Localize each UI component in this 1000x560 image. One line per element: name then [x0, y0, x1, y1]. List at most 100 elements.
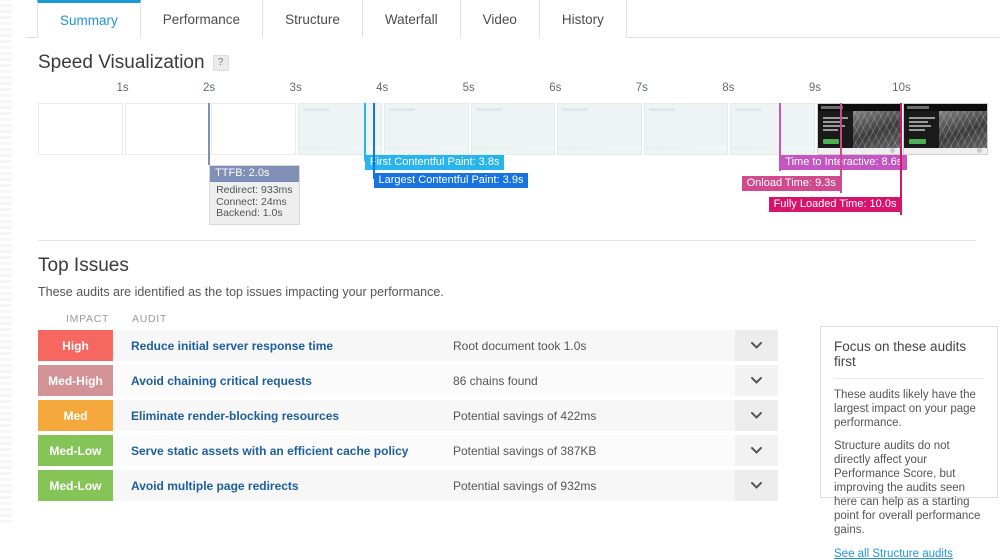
filmstrip-frame — [557, 103, 642, 155]
chevron-down-icon[interactable] — [735, 365, 778, 396]
marker-label-fully-loaded-time: Fully Loaded Time: 10.0s — [768, 197, 902, 212]
timeline-tick-8s: 8s — [722, 82, 735, 94]
marker-label-first-contentful-paint: First Contentful Paint: 3.8s — [364, 155, 505, 170]
focus-panel-title: Focus on these audits first — [834, 339, 984, 379]
page-content: Summary Performance Structure Waterfall Vide… — [26, 0, 1000, 560]
marker-line-ttfb — [208, 103, 211, 165]
tab-performance[interactable]: Performance — [140, 0, 264, 38]
audit-link[interactable]: Avoid multiple page redirects — [113, 479, 453, 493]
column-header-audit: AUDIT — [132, 313, 167, 325]
tab-summary[interactable]: Summary — [37, 0, 141, 39]
top-issues-table-header: IMPACT AUDIT — [38, 313, 778, 327]
marker-label-onload-time: Onload Time: 9.3s — [741, 176, 841, 191]
table-row: Med-High Avoid chaining critical requests… — [38, 365, 778, 400]
audit-detail: Potential savings of 387KB — [453, 443, 597, 458]
filmstrip-frame — [903, 103, 989, 155]
marker-label-time-to-interactive: Time to Interactive: 8.6s — [780, 155, 908, 170]
row-body: Eliminate render-blocking resources Poten… — [113, 400, 778, 431]
top-issues-table-body: High Reduce initial server response time R… — [38, 330, 778, 505]
filmstrip-frame — [384, 103, 469, 155]
table-row: Med Eliminate render-blocking resources Po… — [38, 400, 778, 435]
top-issues-title: Top Issues — [38, 255, 129, 276]
audit-detail: Potential savings of 422ms — [453, 408, 597, 423]
frame-photo — [939, 104, 988, 154]
tab-structure[interactable]: Structure — [263, 0, 363, 38]
timeline-tick-9s: 9s — [808, 82, 821, 94]
audit-detail: 86 chains found — [453, 373, 538, 388]
ttfb-detail-row: Backend: 1.0s — [216, 207, 283, 219]
timeline-ticks: 1s 2s 3s 4s 5s 6s 7s 8s 9s 10s — [38, 82, 988, 102]
chevron-down-icon[interactable] — [735, 400, 778, 431]
audit-link[interactable]: Serve static assets with an efficient ca… — [113, 444, 453, 458]
chevron-down-icon[interactable] — [735, 435, 778, 466]
ttfb-detail-row: Redirect: 933ms — [216, 184, 293, 196]
audit-detail: Root document took 1.0s — [453, 338, 587, 353]
frame-photo — [852, 104, 901, 154]
row-body: Avoid chaining critical requests 86 chain… — [113, 365, 778, 396]
timeline-tick-3s: 3s — [289, 82, 302, 94]
tab-history[interactable]: History — [539, 0, 627, 38]
speed-visualization-heading: Speed Visualization — [38, 52, 205, 73]
speed-visualization-filmstrip: 1s 2s 3s 4s 5s 6s 7s 8s 9s 10s TTFB: 2.0s Redirect… — [38, 82, 989, 227]
timeline-tick-6s: 6s — [549, 82, 562, 94]
marker-label-largest-contentful-paint: Largest Contentful Paint: 3.9s — [373, 173, 529, 188]
tab-video[interactable]: Video — [460, 0, 540, 38]
speed-visualization-title: Speed Visualization ? — [38, 52, 1000, 74]
row-body: Avoid multiple page redirects Potential s… — [113, 470, 778, 501]
impact-badge: Med — [38, 400, 113, 431]
filmstrip-frame — [730, 103, 815, 155]
filmstrip-frame — [211, 103, 296, 155]
tab-bar-filler — [626, 0, 1000, 38]
filmstrip-frame — [297, 103, 383, 155]
frame-footer — [904, 148, 988, 154]
focus-panel: Focus on these audits first These audits… — [820, 326, 998, 560]
frame-screenshot — [904, 104, 988, 154]
frame-cta-button — [909, 139, 926, 144]
timeline-tick-7s: 7s — [635, 82, 648, 94]
audit-link[interactable]: Eliminate render-blocking resources — [113, 409, 453, 423]
tab-waterfall[interactable]: Waterfall — [362, 0, 461, 38]
frame-footer — [817, 148, 901, 154]
marker-tooltip-ttfb: TTFB: 2.0s Redirect: 933ms Connect: 24ms Ba… — [209, 165, 300, 225]
timeline-tick-5s: 5s — [462, 82, 475, 94]
marker-label-ttfb: TTFB: 2.0s — [210, 166, 299, 182]
table-row: High Reduce initial server response time R… — [38, 330, 778, 365]
section-divider — [38, 240, 976, 241]
focus-panel-paragraph-2: Structure audits do not directly affect … — [834, 440, 981, 536]
help-icon[interactable]: ? — [212, 55, 229, 71]
frame-cta-button — [822, 139, 840, 144]
filmstrip-frames — [38, 103, 989, 155]
frame-text-lines — [822, 117, 851, 133]
filmstrip-frame — [816, 103, 902, 155]
timeline-tick-10s: 10s — [892, 82, 911, 94]
row-body: Reduce initial server response time Root … — [113, 330, 778, 361]
tab-list: Summary Performance Structure Waterfall Vide… — [37, 0, 1000, 39]
column-header-impact: IMPACT — [66, 313, 110, 325]
chevron-down-icon[interactable] — [735, 330, 778, 361]
left-gutter — [0, 0, 12, 523]
timeline-tick-4s: 4s — [376, 82, 389, 94]
audit-link[interactable]: Avoid chaining critical requests — [113, 374, 453, 388]
marker-line-first-contentful-paint — [363, 103, 366, 161]
marker-line-largest-contentful-paint — [372, 103, 375, 179]
focus-panel-paragraph-1: These audits likely have the largest imp… — [834, 389, 976, 429]
see-all-structure-audits-link[interactable]: See all Structure audits — [834, 548, 953, 560]
filmstrip-frame — [38, 103, 123, 155]
left-gutter-white — [12, 0, 26, 523]
frame-navbar — [904, 104, 988, 111]
timeline-tick-2s: 2s — [203, 82, 216, 94]
audit-detail: Potential savings of 932ms — [453, 478, 597, 493]
table-row: Med-Low Avoid multiple page redirects Pote… — [38, 470, 778, 505]
audit-link[interactable]: Reduce initial server response time — [113, 339, 453, 353]
frame-text-lines — [909, 117, 937, 133]
impact-badge: High — [38, 330, 113, 361]
chevron-down-icon[interactable] — [735, 470, 778, 501]
filmstrip-frame — [643, 103, 729, 155]
filmstrip-frame — [124, 103, 210, 155]
frame-navbar — [817, 104, 901, 111]
table-row: Med-Low Serve static assets with an effic… — [38, 435, 778, 470]
row-body: Serve static assets with an efficient ca… — [113, 435, 778, 466]
frame-screenshot — [817, 104, 901, 154]
filmstrip-frame — [470, 103, 556, 155]
impact-badge: Med-Low — [38, 435, 113, 466]
